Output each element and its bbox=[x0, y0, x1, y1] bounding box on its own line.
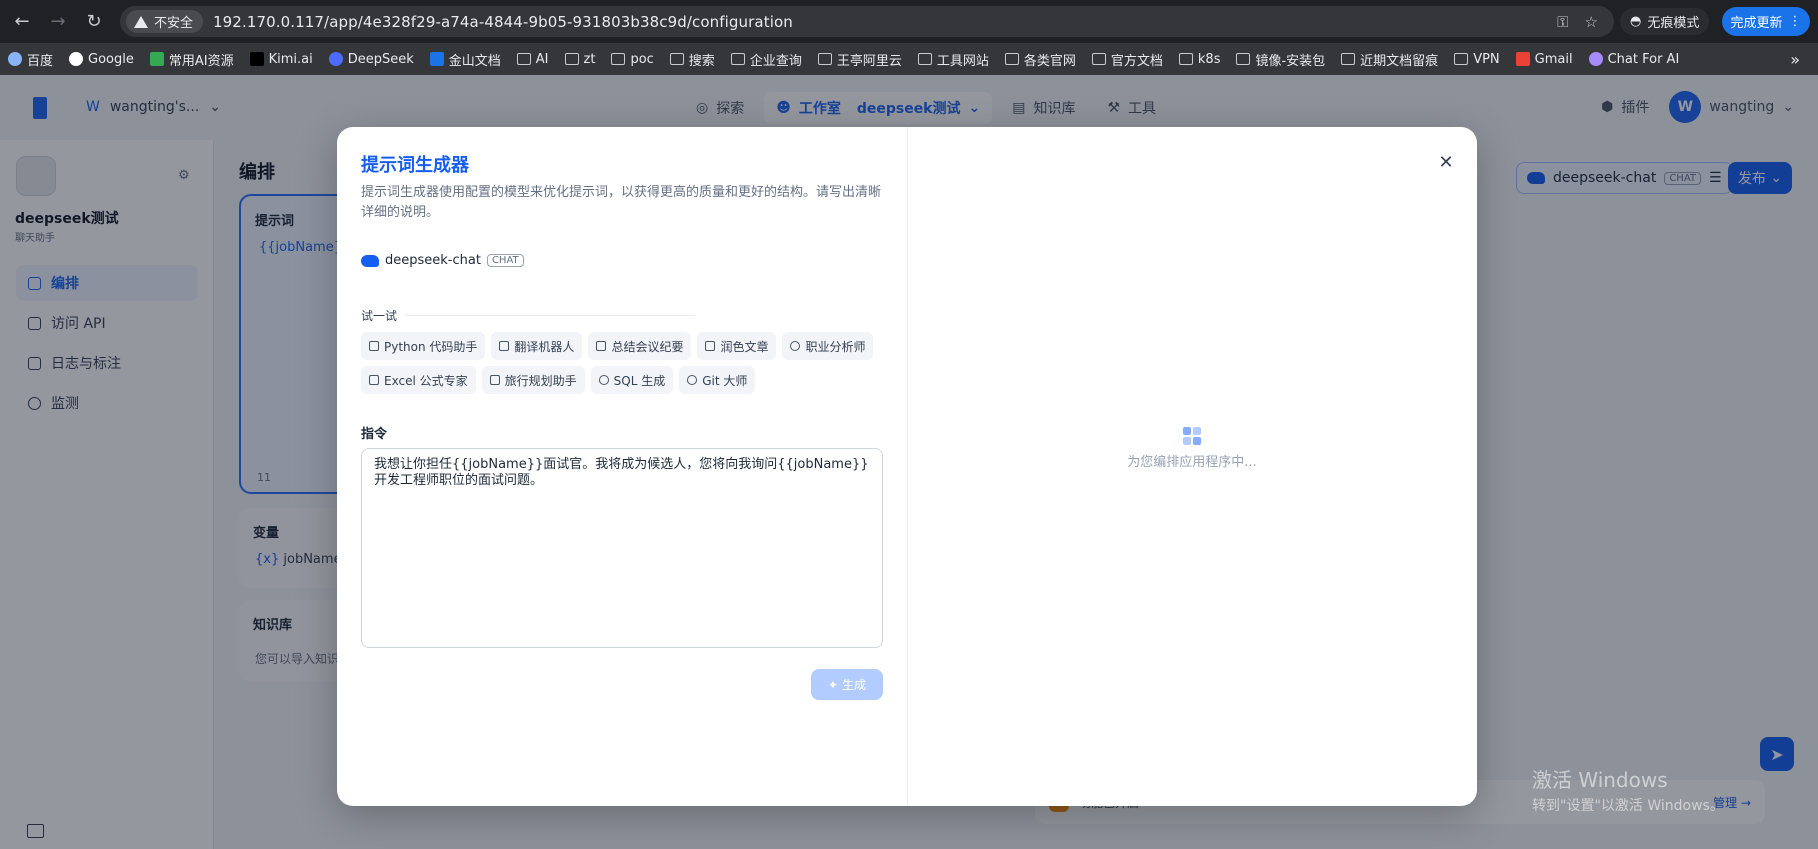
reload-icon[interactable]: ↻ bbox=[80, 8, 108, 36]
close-icon[interactable]: ✕ bbox=[1435, 151, 1457, 173]
chip-career[interactable]: 职业分析师 bbox=[782, 332, 874, 360]
browser-toolbar: ← → ↻ 不安全 192.170.0.117/app/4e328f29-a74… bbox=[0, 0, 1818, 43]
bookmark-folder[interactable]: zt bbox=[564, 52, 595, 67]
windows-activation-watermark: 激活 Windows 转到"设置"以激活 Windows。 bbox=[1532, 768, 1724, 814]
instruction-label: 指令 bbox=[361, 427, 388, 442]
translate-icon bbox=[499, 341, 510, 351]
google-icon bbox=[69, 52, 84, 66]
bookmark-folder[interactable]: VPN bbox=[1454, 52, 1500, 67]
bookmark-folder[interactable]: 王亭阿里云 bbox=[817, 50, 902, 69]
more-bookmarks-icon[interactable]: » bbox=[1790, 50, 1800, 69]
sparkle-icon: ✦ bbox=[827, 677, 839, 692]
bookmark-folder[interactable]: 工具网站 bbox=[917, 50, 989, 69]
chip-git[interactable]: Git 大师 bbox=[679, 366, 756, 394]
wps-icon bbox=[429, 52, 444, 66]
bookmark-folder[interactable]: 企业查询 bbox=[730, 50, 802, 69]
try-it-label: 试一试 bbox=[361, 307, 695, 324]
bookmark[interactable]: Chat For AI bbox=[1588, 52, 1679, 67]
bookmark[interactable]: Google bbox=[69, 52, 134, 67]
bookmark[interactable]: 金山文档 bbox=[429, 50, 501, 69]
baidu-icon bbox=[8, 52, 22, 66]
incognito-icon: ◓ bbox=[1630, 14, 1642, 29]
key-icon[interactable]: ⚿ bbox=[1557, 13, 1568, 31]
template-chips: Python 代码助手 翻译机器人 总结会议纪要 润色文章 职业分析师 Exce… bbox=[361, 332, 881, 394]
folder-icon bbox=[1178, 53, 1193, 65]
prompt-generator-dialog: 提示词生成器 提示词生成器使用配置的模型来优化提示词，以获得更高的质量和更好的结… bbox=[337, 127, 1477, 806]
kimi-icon bbox=[249, 52, 264, 66]
folder-icon bbox=[1091, 53, 1106, 65]
chip-sql[interactable]: SQL 生成 bbox=[590, 366, 674, 394]
folder-icon bbox=[564, 53, 579, 65]
bookmark-folder[interactable]: 搜索 bbox=[669, 50, 715, 69]
dialog-description: 提示词生成器使用配置的模型来优化提示词，以获得更高的质量和更好的结构。请写出清晰… bbox=[361, 185, 882, 220]
forward-icon[interactable]: → bbox=[44, 8, 72, 36]
bookmark[interactable]: 常用AI资源 bbox=[149, 50, 234, 69]
git-commit-icon bbox=[687, 375, 698, 385]
bookmark-folder[interactable]: AI bbox=[516, 52, 549, 67]
ai-resources-icon bbox=[149, 52, 164, 66]
generate-button[interactable]: ✦ 生成 bbox=[811, 669, 883, 700]
folder-icon bbox=[917, 53, 932, 65]
chip-travel[interactable]: 旅行规划助手 bbox=[481, 366, 585, 394]
bookmark-folder[interactable]: 镜像-安装包 bbox=[1236, 50, 1325, 69]
folder-icon bbox=[817, 53, 832, 65]
folder-icon bbox=[611, 53, 626, 65]
bookmark[interactable]: Gmail bbox=[1515, 52, 1573, 67]
not-secure-badge[interactable]: 不安全 bbox=[126, 10, 204, 33]
bookmark[interactable]: 百度 bbox=[8, 50, 53, 69]
dialog-title: 提示词生成器 bbox=[361, 155, 469, 176]
bookmark-folder[interactable]: 各类官网 bbox=[1004, 50, 1076, 69]
address-bar[interactable]: 不安全 192.170.0.117/app/4e328f29-a74a-4844… bbox=[120, 6, 1614, 37]
chip-translator[interactable]: 翻译机器人 bbox=[491, 332, 583, 360]
bookmark-folder[interactable]: 官方文档 bbox=[1091, 50, 1163, 69]
folder-icon bbox=[1004, 53, 1019, 65]
incognito-indicator[interactable]: ◓ 无痕模式 bbox=[1620, 8, 1710, 35]
gmail-icon bbox=[1515, 52, 1530, 66]
back-icon[interactable]: ← bbox=[8, 8, 36, 36]
instruction-textarea[interactable]: 我想让你担任{{jobName}}面试官。我将成为候选人，您将向我询问{{job… bbox=[361, 448, 883, 648]
dialog-model: deepseek-chat CHAT bbox=[361, 253, 524, 268]
terminal-icon bbox=[369, 341, 379, 351]
bookmarks-bar: 百度 Google 常用AI资源 Kimi.ai DeepSeek 金山文档 A… bbox=[0, 43, 1818, 75]
chat-for-ai-icon bbox=[1588, 52, 1603, 66]
chip-excel[interactable]: Excel 公式专家 bbox=[361, 366, 476, 394]
folder-icon bbox=[669, 53, 684, 65]
flow-icon bbox=[596, 341, 607, 351]
chip-python[interactable]: Python 代码助手 bbox=[361, 332, 486, 360]
warning-icon bbox=[134, 15, 148, 28]
deepseek-icon bbox=[328, 52, 343, 66]
more-vert-icon: ⋮ bbox=[1788, 14, 1802, 29]
excel-icon bbox=[369, 375, 379, 385]
folder-icon bbox=[730, 53, 745, 65]
bookmark[interactable]: DeepSeek bbox=[328, 52, 414, 67]
user-icon bbox=[790, 341, 801, 351]
map-icon bbox=[489, 375, 500, 385]
document-icon bbox=[705, 341, 716, 351]
bookmark-folder[interactable]: poc bbox=[611, 52, 654, 67]
bookmark-folder[interactable]: k8s bbox=[1178, 52, 1220, 67]
bookmark[interactable]: Kimi.ai bbox=[249, 52, 313, 67]
folder-icon bbox=[1236, 53, 1251, 65]
url-text[interactable]: 192.170.0.117/app/4e328f29-a74a-4844-9b0… bbox=[213, 13, 793, 31]
folder-icon bbox=[1454, 53, 1469, 65]
loading-icon bbox=[1183, 427, 1201, 445]
folder-icon bbox=[1341, 53, 1356, 65]
star-icon[interactable]: ☆ bbox=[1585, 13, 1598, 31]
database-icon bbox=[598, 375, 609, 385]
loading-state: 为您编排应用程序中... bbox=[907, 427, 1477, 470]
bookmark-folder[interactable]: 近期文档留痕 bbox=[1341, 50, 1438, 69]
chip-polish[interactable]: 润色文章 bbox=[697, 332, 777, 360]
chip-meeting-summary[interactable]: 总结会议纪要 bbox=[588, 332, 692, 360]
deepseek-whale-icon bbox=[361, 254, 379, 267]
update-button[interactable]: 完成更新 ⋮ bbox=[1722, 7, 1810, 36]
folder-icon bbox=[516, 53, 531, 65]
